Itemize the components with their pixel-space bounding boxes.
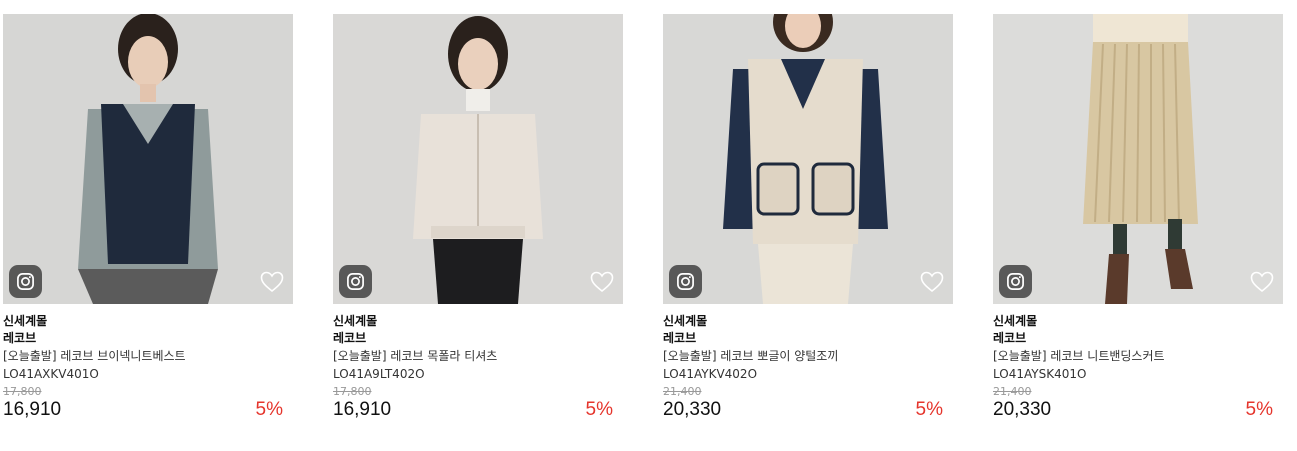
product-image[interactable]: [663, 14, 953, 304]
sale-price: 20,330: [663, 399, 722, 420]
original-price: 21,400: [663, 385, 702, 398]
wishlist-heart-icon[interactable]: [589, 270, 615, 294]
instagram-icon[interactable]: [999, 265, 1032, 298]
discount-rate: 5%: [585, 399, 613, 420]
product-code: LO41A9LT402O: [333, 367, 425, 381]
wishlist-heart-icon[interactable]: [1249, 270, 1275, 294]
product-image[interactable]: [3, 14, 293, 304]
sale-price: 16,910: [333, 399, 392, 420]
wishlist-heart-icon[interactable]: [259, 270, 285, 294]
product-code: LO41AYKV402O: [663, 367, 758, 381]
brand-name[interactable]: 레코브: [333, 330, 623, 347]
instagram-icon[interactable]: [669, 265, 702, 298]
product-code: LO41AYSK401O: [993, 367, 1087, 381]
price-row: 16,910 5%: [3, 398, 293, 422]
original-price: 17,800: [333, 385, 372, 398]
instagram-icon[interactable]: [339, 265, 372, 298]
product-photo-jacket: [333, 14, 623, 304]
mall-name: 신세계몰: [3, 314, 48, 328]
product-image[interactable]: [993, 14, 1283, 304]
original-price: 17,800: [3, 385, 42, 398]
product-name[interactable]: [오늘출발] 레코브 니트밴딩스커트: [993, 347, 1283, 365]
product-info: 신세계몰 레코브 [오늘출발] 레코브 니트밴딩스커트 LO41AYSK401O…: [993, 304, 1283, 422]
instagram-icon[interactable]: [9, 265, 42, 298]
product-photo-skirt: [993, 14, 1283, 304]
product-image[interactable]: [333, 14, 623, 304]
discount-rate: 5%: [1245, 399, 1273, 420]
sale-price: 20,330: [993, 399, 1052, 420]
product-code: LO41AXKV401O: [3, 367, 99, 381]
product-grid: 신세계몰 레코브 [오늘출발] 레코브 브이넥니트베스트 LO41AXKV401…: [0, 0, 1297, 451]
product-info: 신세계몰 레코브 [오늘출발] 레코브 뽀글이 양털조끼 LO41AYKV402…: [663, 304, 953, 422]
product-photo-fleece-vest: [663, 14, 953, 304]
discount-rate: 5%: [915, 399, 943, 420]
product-info: 신세계몰 레코브 [오늘출발] 레코브 목폴라 티셔츠 LO41A9LT402O…: [333, 304, 623, 422]
sale-price: 16,910: [3, 399, 62, 420]
product-photo-vest: [3, 14, 293, 304]
product-name[interactable]: [오늘출발] 레코브 뽀글이 양털조끼: [663, 347, 953, 365]
brand-name[interactable]: 레코브: [993, 330, 1283, 347]
wishlist-heart-icon[interactable]: [919, 270, 945, 294]
product-card[interactable]: 신세계몰 레코브 [오늘출발] 레코브 니트밴딩스커트 LO41AYSK401O…: [993, 14, 1283, 422]
brand-name[interactable]: 레코브: [663, 330, 953, 347]
mall-name: 신세계몰: [333, 314, 378, 328]
price-row: 16,910 5%: [333, 398, 623, 422]
product-card[interactable]: 신세계몰 레코브 [오늘출발] 레코브 브이넥니트베스트 LO41AXKV401…: [3, 14, 293, 422]
discount-rate: 5%: [255, 399, 283, 420]
mall-name: 신세계몰: [993, 314, 1038, 328]
price-row: 20,330 5%: [663, 398, 953, 422]
product-card[interactable]: 신세계몰 레코브 [오늘출발] 레코브 뽀글이 양털조끼 LO41AYKV402…: [663, 14, 953, 422]
price-row: 20,330 5%: [993, 398, 1283, 422]
brand-name[interactable]: 레코브: [3, 330, 293, 347]
mall-name: 신세계몰: [663, 314, 708, 328]
product-name[interactable]: [오늘출발] 레코브 브이넥니트베스트: [3, 347, 293, 365]
product-info: 신세계몰 레코브 [오늘출발] 레코브 브이넥니트베스트 LO41AXKV401…: [3, 304, 293, 422]
original-price: 21,400: [993, 385, 1032, 398]
product-name[interactable]: [오늘출발] 레코브 목폴라 티셔츠: [333, 347, 623, 365]
product-card[interactable]: 신세계몰 레코브 [오늘출발] 레코브 목폴라 티셔츠 LO41A9LT402O…: [333, 14, 623, 422]
